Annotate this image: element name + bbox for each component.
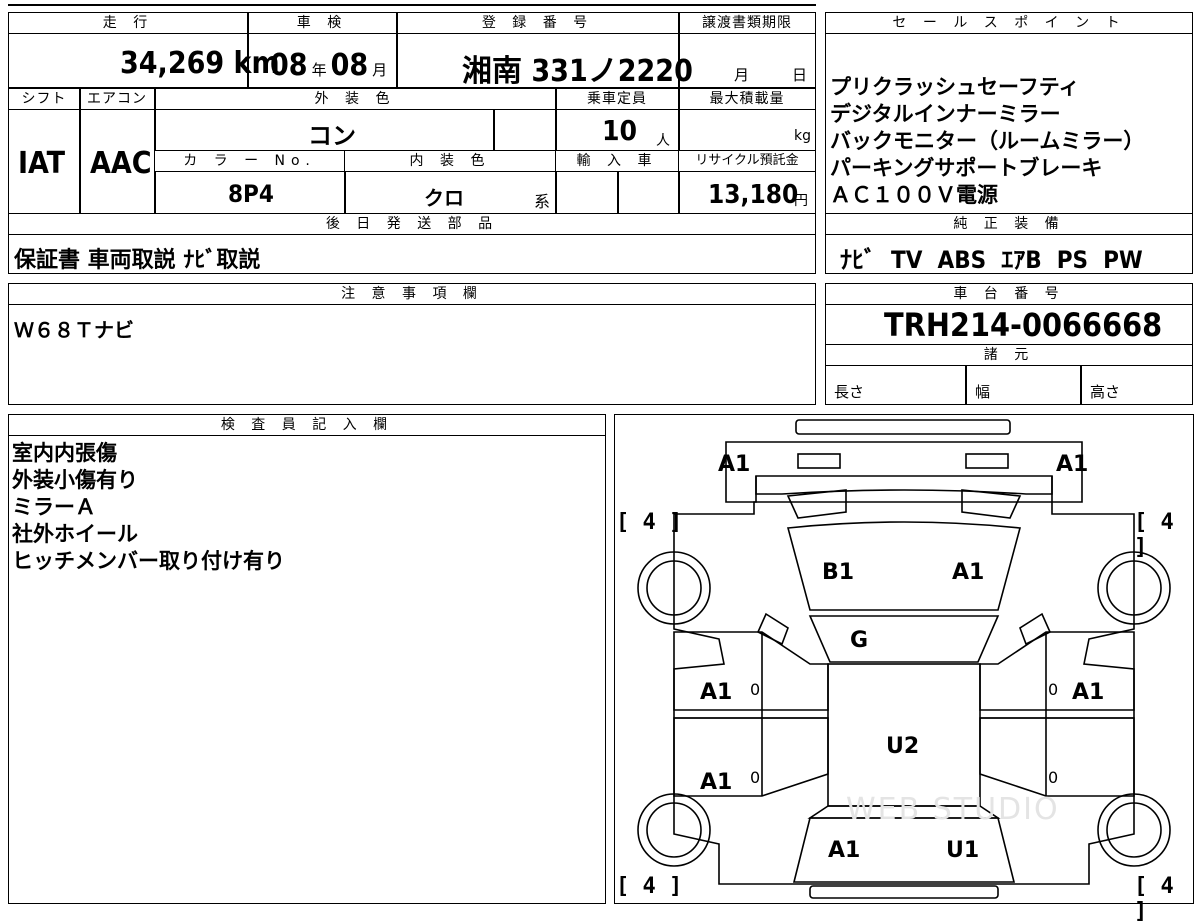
recycle-value: 13,180 bbox=[708, 180, 799, 210]
inspector-note: 社外ホイール bbox=[12, 522, 138, 546]
windshield bbox=[808, 615, 1000, 663]
capacity-unit: 人 bbox=[656, 133, 670, 149]
damage-left-front-door: A1 bbox=[700, 680, 733, 705]
watermark: WEB STUDIO bbox=[846, 792, 1060, 827]
registration-label: 登 録 番 号 bbox=[396, 12, 679, 34]
inspector-note: ヒッチメンバー取り付け有り bbox=[12, 549, 285, 573]
zero-mark-right-front: 0 bbox=[1048, 680, 1059, 699]
divider bbox=[79, 88, 81, 214]
color-no-label: カ ラ ー No. bbox=[154, 150, 345, 172]
damage-front-right-corner: A1 bbox=[1056, 452, 1089, 477]
ac-value: AAC bbox=[90, 146, 152, 181]
shift-value: IAT bbox=[18, 146, 66, 181]
specs-label: 諸 元 bbox=[825, 344, 1193, 366]
genuine-equipment-value: ﾅﾋﾞ TV ABS ｴｱB PS PW bbox=[840, 246, 1143, 274]
rear-hatch bbox=[792, 817, 1016, 883]
transfer-label: 譲渡書類期限 bbox=[678, 12, 816, 34]
damage-hood-left: B1 bbox=[822, 560, 855, 585]
inspection-date: 08 年 08 月 bbox=[270, 48, 388, 83]
divider bbox=[493, 110, 495, 152]
front-bumper bbox=[795, 419, 1011, 435]
later-parts-value: 保証書 車両取説 ﾅﾋﾞ取説 bbox=[14, 248, 261, 273]
tread-rear-left: [ 4 ] bbox=[616, 874, 683, 899]
tread-front-left: [ 4 ] bbox=[616, 510, 683, 535]
capacity-value: 10 bbox=[602, 114, 638, 147]
zero-mark-right-rear: 0 bbox=[1048, 768, 1059, 787]
transfer-day: 日 bbox=[792, 66, 808, 84]
capacity-label: 乗車定員 bbox=[555, 88, 679, 110]
zero-mark-left-rear: 0 bbox=[750, 768, 761, 787]
import-label: 輸 入 車 bbox=[555, 150, 679, 172]
divider bbox=[1080, 366, 1082, 405]
length-label: 長さ bbox=[834, 383, 865, 401]
grille bbox=[755, 476, 1053, 495]
transfer-month: 月 bbox=[734, 66, 750, 84]
inspector-notes: 室内内張傷 外装小傷有り ミラーＡ 社外ホイール ヒッチメンバー取り付け有り bbox=[12, 440, 285, 575]
divider bbox=[396, 12, 398, 88]
interior-color-value: クロ bbox=[424, 186, 464, 210]
divider bbox=[965, 366, 967, 405]
interior-color-suffix: 系 bbox=[534, 192, 551, 211]
grille-right-slot bbox=[961, 489, 1022, 519]
inspector-note: 室内内張傷 bbox=[12, 441, 117, 465]
notes-value: Ｗ６８Ｔナビ bbox=[14, 318, 134, 342]
rear-bumper bbox=[809, 885, 999, 899]
grille-left-slot bbox=[786, 489, 847, 519]
genuine-equipment-label: 純 正 装 備 bbox=[825, 213, 1193, 235]
headlamp-left bbox=[797, 453, 841, 469]
color-no-value: 8P4 bbox=[228, 180, 274, 208]
sales-point-item: ＡＣ１００Ｖ電源 bbox=[830, 183, 998, 207]
tread-front-right: [ 4 ] bbox=[1134, 510, 1174, 560]
chassis-label: 車 台 番 号 bbox=[825, 283, 1193, 305]
damage-right-front-door: A1 bbox=[1072, 680, 1105, 705]
max-load-label: 最大積載量 bbox=[678, 88, 816, 110]
divider bbox=[617, 172, 619, 214]
width-label: 幅 bbox=[975, 383, 991, 401]
recycle-label: リサイクル預託金 bbox=[678, 150, 816, 172]
recycle-unit: 円 bbox=[794, 193, 808, 209]
interior-color-label: 内 装 色 bbox=[344, 150, 556, 172]
car-diagram bbox=[637, 419, 1171, 899]
front-fascia bbox=[725, 441, 1083, 503]
sales-point-item: プリクラッシュセーフティ bbox=[830, 75, 1080, 99]
inspection-label: 車 検 bbox=[247, 12, 397, 34]
exterior-color-label: 外 装 色 bbox=[154, 88, 556, 110]
damage-front-left-corner: A1 bbox=[718, 452, 751, 477]
height-label: 高さ bbox=[1090, 383, 1121, 401]
chassis-value: TRH214-0066668 bbox=[884, 306, 1163, 344]
sales-points-list: プリクラッシュセーフティ デジタルインナーミラー バックモニター（ルームミラー）… bbox=[830, 74, 1190, 209]
damage-rear-right: U1 bbox=[946, 838, 980, 863]
shift-label: シフト bbox=[8, 88, 80, 110]
mileage-value: 34,269 km bbox=[120, 46, 280, 81]
top-edge-line bbox=[8, 4, 816, 6]
later-parts-label: 後 日 発 送 部 品 bbox=[8, 213, 816, 235]
registration-number: 湘南 331ノ2220 bbox=[462, 54, 693, 89]
ac-label: エアコン bbox=[79, 88, 155, 110]
inspector-note: ミラーＡ bbox=[12, 495, 96, 519]
mileage-label: 走 行 bbox=[8, 12, 248, 34]
max-load-unit: kg bbox=[794, 128, 811, 144]
sales-points-label: セ ー ル ス ポ イ ン ト bbox=[825, 12, 1193, 34]
damage-hood-right: A1 bbox=[952, 560, 985, 585]
tread-rear-right: [ 4 ] bbox=[1134, 874, 1174, 924]
damage-roof: U2 bbox=[886, 734, 920, 759]
notes-label: 注 意 事 項 欄 bbox=[8, 283, 816, 305]
headlamp-right bbox=[965, 453, 1009, 469]
inspector-label: 検 査 員 記 入 欄 bbox=[8, 414, 606, 436]
sales-point-item: パーキングサポートブレーキ bbox=[830, 156, 1103, 180]
exterior-color-value: コン bbox=[308, 122, 356, 150]
zero-mark-left-front: 0 bbox=[750, 680, 761, 699]
inspector-note: 外装小傷有り bbox=[12, 468, 138, 492]
sales-point-item: デジタルインナーミラー bbox=[830, 102, 1061, 126]
sales-point-item: バックモニター（ルームミラー） bbox=[830, 129, 1145, 153]
damage-rear-left: A1 bbox=[828, 838, 861, 863]
damage-left-rear-door: A1 bbox=[700, 770, 733, 795]
damage-windshield: G bbox=[850, 628, 869, 653]
